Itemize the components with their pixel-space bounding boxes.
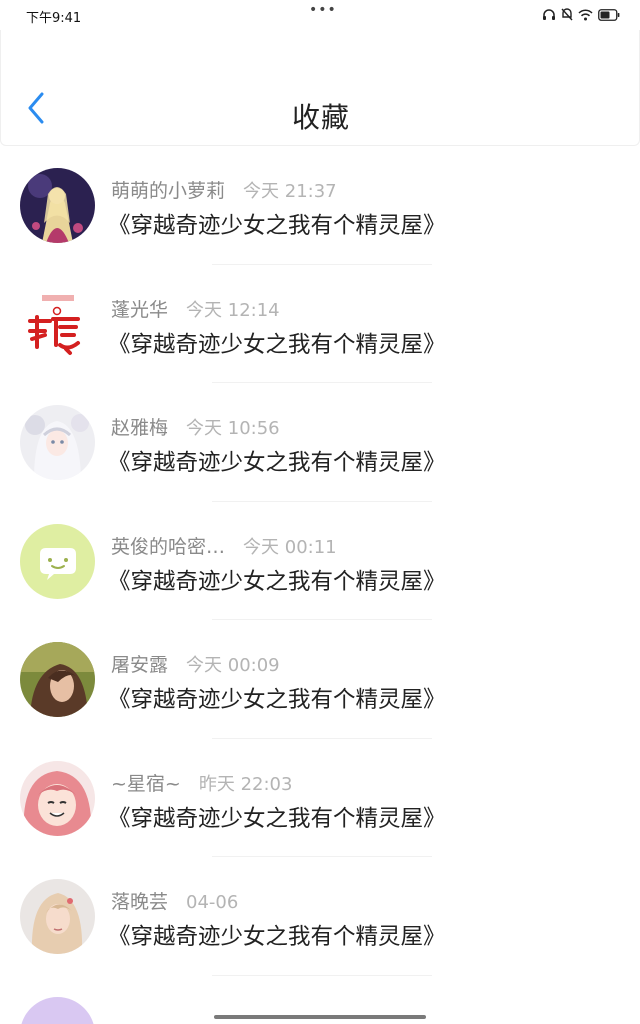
mute-bell-icon — [561, 8, 573, 21]
favorite-title[interactable]: 《穿越奇迹少女之我有个精灵屋》 — [108, 327, 446, 359]
timestamp: 今天 12:14 — [186, 299, 280, 321]
timestamp: 昨天 22:03 — [198, 773, 293, 795]
status-icons — [542, 8, 620, 21]
username[interactable]: 屠安露 — [111, 650, 168, 677]
avatar[interactable] — [20, 997, 95, 1024]
avatar[interactable] — [20, 405, 95, 480]
timestamp: 今天 00:09 — [186, 655, 280, 676]
username[interactable]: 萌萌的小萝莉 — [111, 176, 225, 203]
favorite-title[interactable]: 《穿越奇迹少女之我有个精灵屋》 — [108, 682, 446, 714]
username[interactable]: ~星宿~ — [111, 769, 181, 796]
status-time: 下午9:41 — [26, 11, 82, 26]
avatar[interactable] — [20, 523, 95, 599]
username[interactable]: 落晚芸 — [111, 887, 168, 914]
timestamp: 今天 21:37 — [243, 181, 337, 202]
status-dots: ••• — [309, 2, 337, 18]
calligraphy-avatar — [20, 286, 95, 362]
favorite-title[interactable]: 《穿越奇迹少女之我有个精灵屋》 — [108, 919, 446, 951]
anime-girl-avatar — [20, 168, 95, 243]
list-item[interactable]: 英俊的哈密… 今天 00:11 《穿越奇迹少女之我有个精灵屋》 — [0, 502, 640, 620]
portrait-photo-avatar — [20, 642, 95, 717]
avatar[interactable] — [20, 642, 95, 717]
list-item[interactable]: 赵雅梅 今天 10:56 《穿越奇迹少女之我有个精灵屋》 — [0, 383, 640, 502]
white-haired-girl-avatar — [20, 405, 95, 480]
avatar[interactable] — [20, 286, 95, 362]
favorite-title[interactable]: 《穿越奇迹少女之我有个精灵屋》 — [108, 208, 446, 240]
pink-hair-girl-avatar — [20, 760, 95, 836]
header: 收藏 — [0, 30, 640, 146]
home-indicator[interactable] — [214, 1015, 426, 1019]
favorite-title[interactable]: 《穿越奇迹少女之我有个精灵屋》 — [108, 801, 446, 833]
username[interactable]: 赵雅梅 — [111, 413, 168, 440]
favorite-title[interactable]: 《穿越奇迹少女之我有个精灵屋》 — [108, 445, 446, 477]
username[interactable]: 蓬光华 — [111, 295, 168, 322]
blonde-girl-avatar — [20, 879, 95, 954]
status-bar: 下午9:41 ••• — [0, 0, 640, 30]
default-smile-avatar — [20, 523, 95, 599]
list-item[interactable]: ~星宿~ 昨天 22:03 《穿越奇迹少女之我有个精灵屋》 — [0, 739, 640, 857]
list-item[interactable]: 屠安露 今天 00:09 《穿越奇迹少女之我有个精灵屋》 — [0, 620, 640, 739]
timestamp: 今天 10:56 — [186, 418, 280, 439]
wifi-icon — [578, 8, 593, 21]
avatar[interactable] — [20, 879, 95, 954]
favorites-list: 萌萌的小萝莉 今天 21:37 《穿越奇迹少女之我有个精灵屋》 蓬光华 今天 1… — [0, 146, 640, 976]
avatar[interactable] — [20, 168, 95, 243]
timestamp: 今天 00:11 — [243, 536, 337, 558]
username[interactable]: 英俊的哈密… — [111, 532, 225, 559]
battery-icon — [598, 8, 620, 21]
list-item[interactable]: 蓬光华 今天 12:14 《穿越奇迹少女之我有个精灵屋》 — [0, 265, 640, 383]
list-item[interactable]: 萌萌的小萝莉 今天 21:37 《穿越奇迹少女之我有个精灵屋》 — [0, 146, 640, 265]
page-title: 收藏 — [291, 101, 350, 134]
lavender-avatar — [20, 997, 95, 1024]
list-item[interactable]: 落晚芸 04-06 《穿越奇迹少女之我有个精灵屋》 — [0, 857, 640, 976]
timestamp: 04-06 — [186, 892, 239, 913]
favorite-title[interactable]: 《穿越奇迹少女之我有个精灵屋》 — [108, 564, 446, 596]
headphones-icon — [542, 8, 556, 21]
avatar[interactable] — [20, 760, 95, 836]
